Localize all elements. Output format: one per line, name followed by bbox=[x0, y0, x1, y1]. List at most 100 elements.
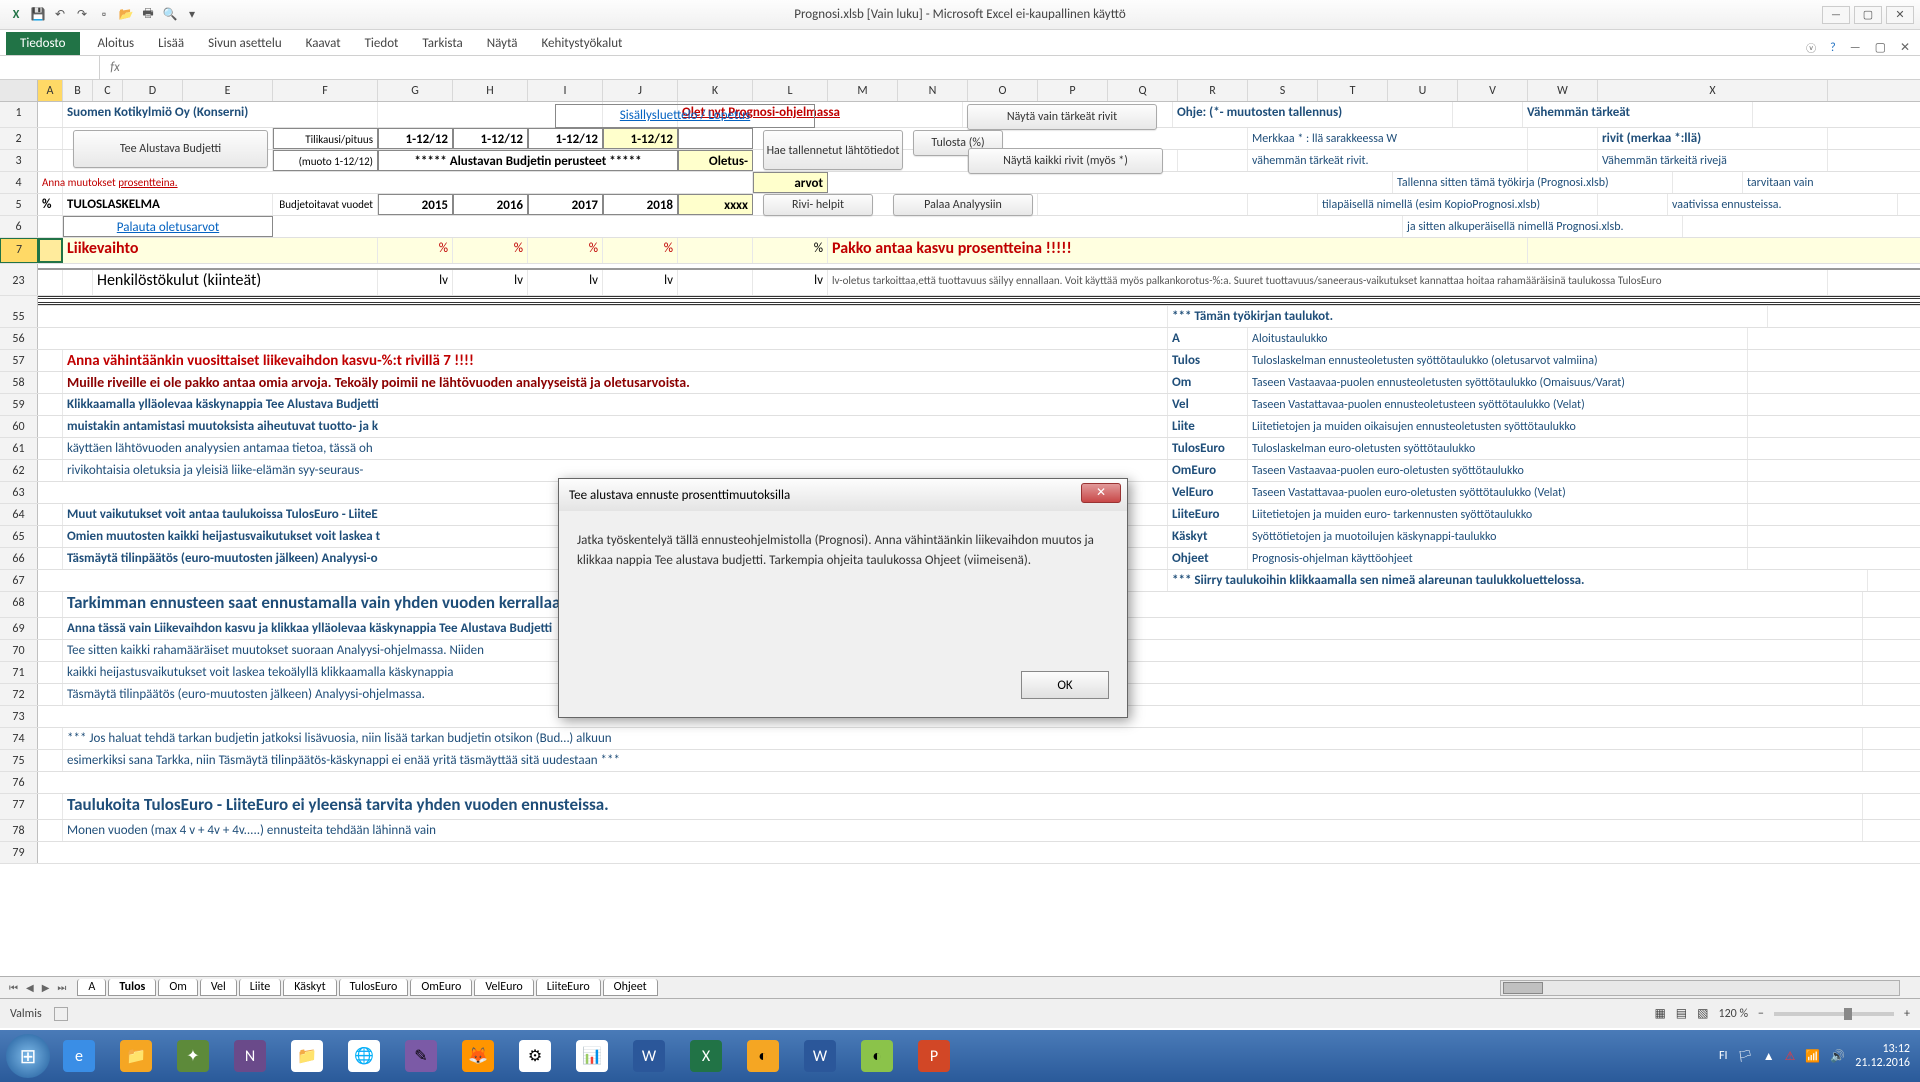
ribbon-tab-review[interactable]: Tarkista bbox=[410, 32, 474, 55]
cell[interactable] bbox=[38, 350, 63, 371]
close-button[interactable]: ✕ bbox=[1886, 6, 1914, 24]
cell[interactable] bbox=[1248, 194, 1318, 215]
sheet-desc[interactable]: Prognosis-ohjelman käyttöohjeet bbox=[1248, 548, 1748, 569]
taskbar-app[interactable]: 📁 bbox=[108, 1034, 164, 1078]
ribbon-tab-home[interactable]: Aloitus bbox=[86, 32, 147, 55]
col-header-U[interactable]: U bbox=[1388, 80, 1458, 101]
row-header[interactable]: 4 bbox=[0, 172, 38, 193]
tab-last-icon[interactable]: ⏭ bbox=[54, 981, 69, 994]
sheet-key[interactable]: Om bbox=[1168, 372, 1248, 393]
return-analysis-button[interactable]: Palaa Analyysiin bbox=[893, 194, 1033, 216]
lv[interactable]: lv bbox=[378, 270, 453, 295]
row-header[interactable]: 72 bbox=[0, 684, 38, 705]
undo-icon[interactable]: ↶ bbox=[52, 7, 68, 23]
taskbar-word2[interactable]: W bbox=[792, 1034, 848, 1078]
cell[interactable]: Hae tallennetut lähtötiedot Tulosta (%) bbox=[753, 128, 968, 149]
company-title[interactable]: Suomen Kotikylmiö Oy (Konserni) bbox=[63, 102, 378, 127]
taskbar-powerpoint[interactable]: P bbox=[906, 1034, 962, 1078]
taskbar-app[interactable]: ⚙ bbox=[507, 1034, 563, 1078]
col-header-S[interactable]: S bbox=[1248, 80, 1318, 101]
cell[interactable]: Näytä vain tärkeät rivit bbox=[963, 102, 1173, 127]
pct[interactable]: % bbox=[378, 238, 453, 263]
taskbar-explorer[interactable]: 📁 bbox=[279, 1034, 335, 1078]
lv-note[interactable]: lv-oletus tarkoittaa,että tuottavuus säi… bbox=[828, 270, 1828, 295]
row-header[interactable]: 77 bbox=[0, 794, 38, 819]
sheet-desc[interactable]: Taseen Vastattavaa-puolen ennusteoletust… bbox=[1248, 394, 1748, 415]
col-header-P[interactable]: P bbox=[1038, 80, 1108, 101]
cell[interactable] bbox=[38, 640, 63, 661]
cell[interactable] bbox=[63, 172, 753, 193]
sheet-tab[interactable]: LiiteEuro bbox=[536, 979, 601, 996]
sheet-tab[interactable]: Tulos bbox=[108, 979, 156, 996]
ribbon-window-min-icon[interactable]: — bbox=[1850, 41, 1861, 55]
taskbar-ie[interactable]: e bbox=[51, 1034, 107, 1078]
zoom-level[interactable]: 120 % bbox=[1718, 1007, 1748, 1021]
help-title[interactable]: Ohje: (*- muutosten tallennus) bbox=[1173, 102, 1453, 127]
help-line[interactable]: Merkkaa * : llä sarakkeessa W bbox=[1248, 128, 1528, 149]
cell[interactable] bbox=[38, 526, 63, 547]
sheet-desc[interactable]: Tuloslaskelman ennusteoletusten syöttöta… bbox=[1248, 350, 1748, 371]
cell[interactable] bbox=[678, 238, 753, 263]
sheet-key[interactable]: A bbox=[1168, 328, 1248, 349]
cell[interactable] bbox=[38, 794, 63, 819]
sheet-desc[interactable]: Taseen Vastattavaa-puolen euro-oletusten… bbox=[1248, 482, 1748, 503]
cell[interactable] bbox=[1673, 172, 1743, 193]
cell[interactable] bbox=[38, 102, 63, 127]
sheet-key[interactable]: Liite bbox=[1168, 416, 1248, 437]
taskbar-app[interactable]: ✎ bbox=[393, 1034, 449, 1078]
sheet-tab[interactable]: TulosEuro bbox=[339, 979, 409, 996]
ribbon-tab-formulas[interactable]: Kaavat bbox=[294, 32, 353, 55]
sheet-tab[interactable]: Liite bbox=[239, 979, 281, 996]
less-important-sub[interactable]: rivit (merkaa *:llä) bbox=[1598, 128, 1828, 149]
tray-lang[interactable]: FI bbox=[1719, 1049, 1728, 1063]
zoom-in-icon[interactable]: + bbox=[1904, 1007, 1910, 1021]
cell[interactable]: Tee Alustava Budjetti bbox=[63, 128, 273, 149]
start-button[interactable]: ⊞ bbox=[6, 1034, 50, 1078]
taskbar-excel[interactable]: X bbox=[678, 1034, 734, 1078]
taskbar-chrome[interactable]: 🌐 bbox=[336, 1034, 392, 1078]
zoom-out-icon[interactable]: − bbox=[1758, 1007, 1764, 1021]
col-header-E[interactable]: E bbox=[183, 80, 273, 101]
tab-first-icon[interactable]: ⏮ bbox=[6, 981, 21, 994]
select-all-corner[interactable] bbox=[0, 80, 38, 101]
help-icon[interactable]: ? bbox=[1830, 41, 1836, 55]
pct[interactable]: % bbox=[453, 238, 528, 263]
cell[interactable] bbox=[38, 662, 63, 683]
view-normal-icon[interactable]: ▦ bbox=[1654, 1006, 1665, 1021]
row-header[interactable]: 57 bbox=[0, 350, 38, 371]
tray-up-icon[interactable]: ▲ bbox=[1763, 1049, 1775, 1064]
row-header[interactable]: 69 bbox=[0, 618, 38, 639]
qat-more-icon[interactable]: ▾ bbox=[184, 7, 200, 23]
redo-icon[interactable]: ↷ bbox=[74, 7, 90, 23]
fx-label[interactable]: fx bbox=[100, 60, 130, 75]
ribbon-tab-insert[interactable]: Lisää bbox=[146, 32, 196, 55]
lv[interactable]: lv bbox=[453, 270, 528, 295]
col-header-L[interactable]: L bbox=[753, 80, 828, 101]
instruction[interactable]: Anna muutokset prosentteina. bbox=[38, 172, 63, 193]
instruction-60[interactable]: muistakin antamistasi muutoksista aiheut… bbox=[63, 416, 1168, 437]
lv[interactable]: lv bbox=[603, 270, 678, 295]
xxxx[interactable]: xxxx bbox=[678, 194, 753, 215]
cell[interactable] bbox=[38, 216, 63, 237]
sheet-key[interactable]: Tulos bbox=[1168, 350, 1248, 371]
cell[interactable] bbox=[38, 460, 63, 481]
year-2[interactable]: 2016 bbox=[453, 194, 528, 215]
row-header[interactable]: 71 bbox=[0, 662, 38, 683]
row-header[interactable]: 1 bbox=[0, 102, 38, 127]
macro-record-icon[interactable] bbox=[54, 1007, 68, 1021]
period-3[interactable]: 1-12/12 bbox=[528, 128, 603, 149]
save-icon[interactable]: 💾 bbox=[30, 7, 46, 23]
row-header[interactable]: 67 bbox=[0, 570, 38, 591]
cell[interactable] bbox=[38, 150, 63, 171]
cell[interactable] bbox=[38, 306, 1168, 327]
instruction-57[interactable]: Anna vähintäänkin vuosittaiset liikevaih… bbox=[63, 350, 1168, 371]
row-header[interactable]: 23 bbox=[0, 270, 38, 295]
period-4[interactable]: 1-12/12 bbox=[603, 128, 678, 149]
instruction-61[interactable]: käyttäen lähtövuoden analyysien antamaa … bbox=[63, 438, 1168, 459]
selected-cell[interactable] bbox=[38, 238, 63, 263]
row-header[interactable]: 63 bbox=[0, 482, 38, 503]
row-header[interactable]: 3 bbox=[0, 150, 38, 171]
year-4[interactable]: 2018 bbox=[603, 194, 678, 215]
file-tab[interactable]: Tiedosto bbox=[6, 32, 80, 55]
ribbon-window-max-icon[interactable]: ▢ bbox=[1875, 40, 1886, 55]
